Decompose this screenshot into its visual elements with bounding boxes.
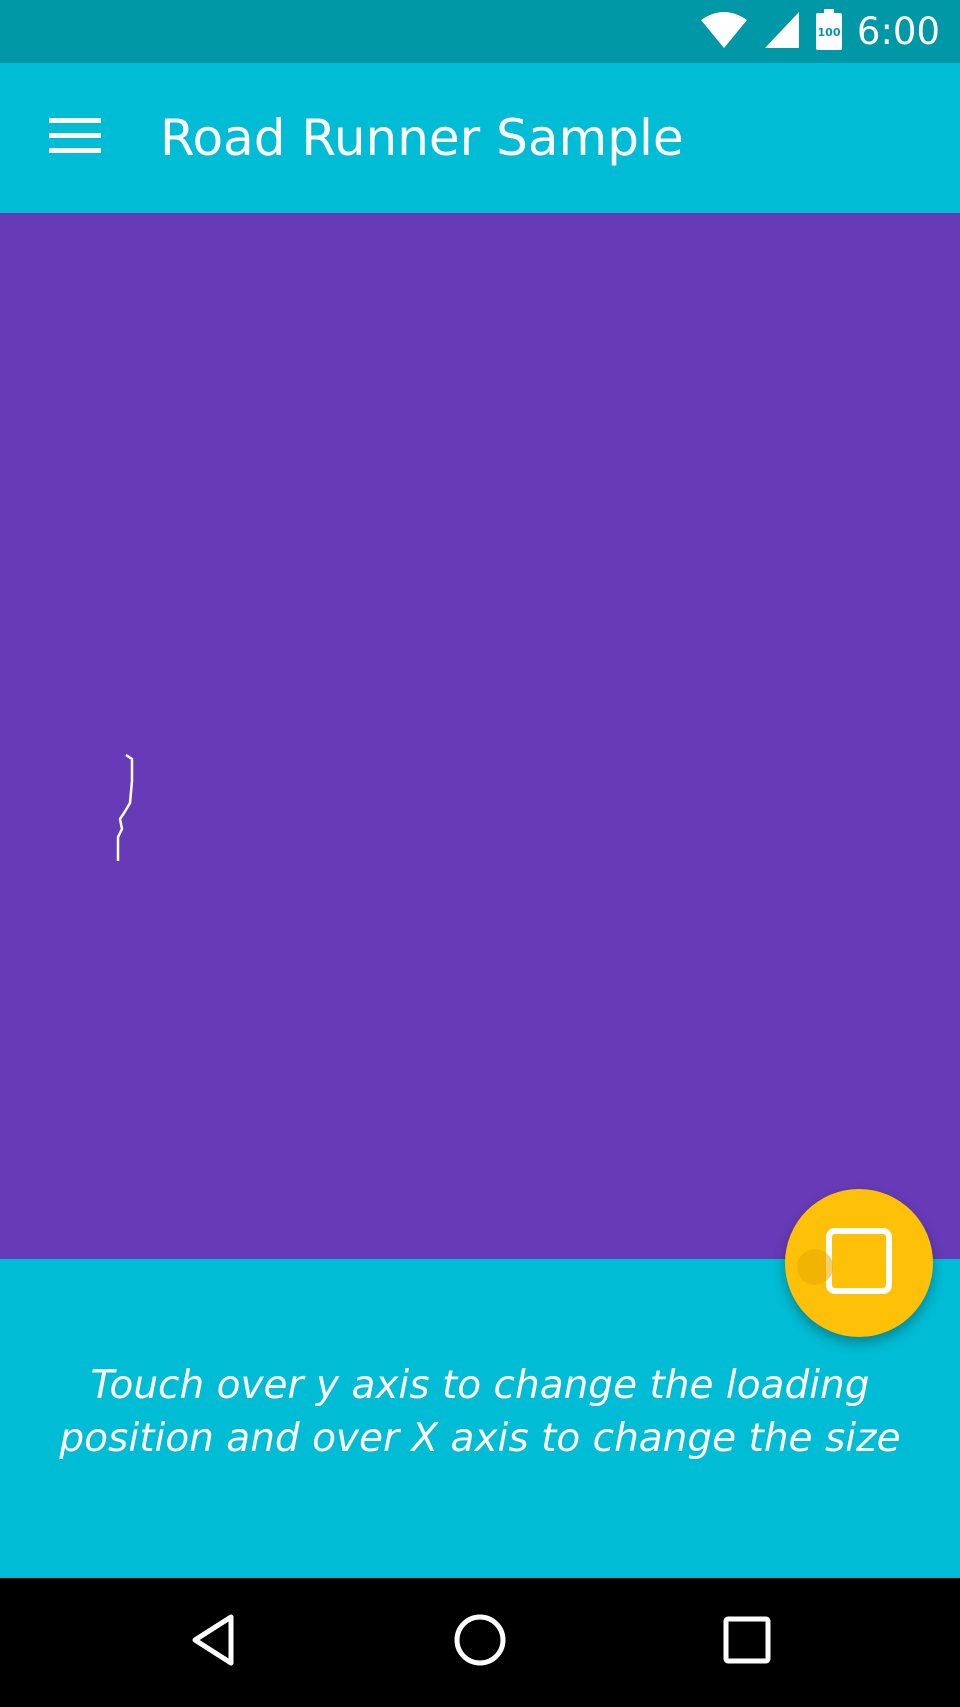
- stop-button[interactable]: [785, 1189, 933, 1337]
- back-icon: [189, 1613, 237, 1671]
- loading-trail: [116, 753, 134, 861]
- fab-ripple: [797, 1249, 833, 1285]
- status-icons: 100 6:00: [699, 0, 940, 63]
- hint-text: Touch over y axis to change the loading …: [20, 1359, 940, 1465]
- battery-icon: 100: [815, 8, 843, 55]
- back-button[interactable]: [168, 1602, 258, 1682]
- page-title: Road Runner Sample: [160, 109, 684, 167]
- recents-button[interactable]: [702, 1602, 792, 1682]
- status-bar: 100 6:00: [0, 0, 960, 63]
- recents-icon: [723, 1616, 771, 1668]
- hamburger-menu-icon: [49, 116, 101, 160]
- home-button[interactable]: [435, 1602, 525, 1682]
- battery-level-text: 100: [817, 26, 840, 39]
- navigation-bar: [0, 1578, 960, 1707]
- status-time: 6:00: [856, 10, 940, 53]
- loading-canvas[interactable]: [0, 213, 960, 1259]
- home-icon: [453, 1613, 507, 1671]
- app-bar: Road Runner Sample: [0, 63, 960, 213]
- wifi-icon: [699, 10, 749, 54]
- stop-square-icon: [826, 1228, 892, 1298]
- hint-line-2: position and over X axis to change the s…: [59, 1416, 901, 1461]
- menu-button[interactable]: [30, 93, 120, 183]
- cellular-signal-icon: [763, 10, 801, 54]
- hint-line-1: Touch over y axis to change the loading: [90, 1363, 870, 1408]
